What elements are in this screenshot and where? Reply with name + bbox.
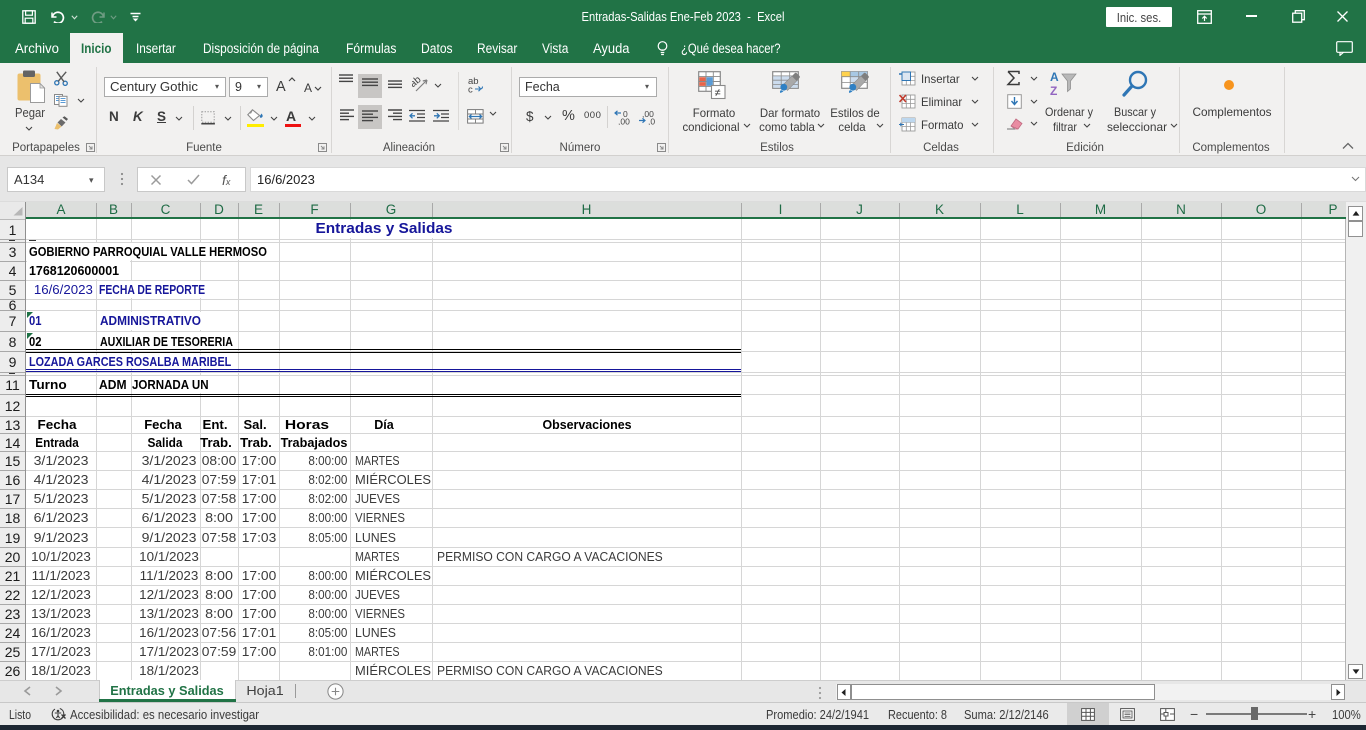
svg-text:ab: ab: [412, 76, 424, 90]
svg-text:c: c: [468, 85, 473, 94]
svg-text:Z: Z: [1050, 84, 1057, 98]
svg-text:A: A: [1050, 70, 1059, 84]
svg-text:≠: ≠: [715, 87, 721, 99]
svg-text:,0: ,0: [648, 117, 655, 126]
svg-text:,00: ,00: [618, 117, 630, 126]
